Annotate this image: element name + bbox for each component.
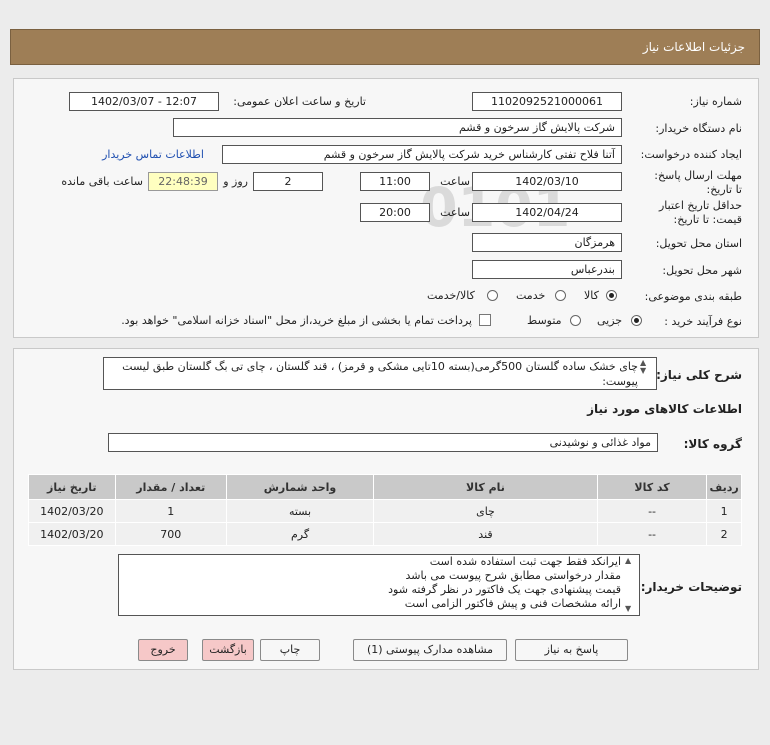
deadline-label: مهلت ارسال پاسخ: تا تاریخ:	[654, 169, 742, 196]
category-radio-goods-service[interactable]	[487, 290, 498, 301]
summary-textarea[interactable]: چای خشک ساده گلستان 500گرمی(بسته 10تایی …	[103, 357, 657, 390]
category-label: طبقه بندی موضوعی:	[644, 290, 742, 303]
view-attachments-button[interactable]: مشاهده مدارک پیوستی (1)	[353, 639, 507, 661]
process-label: نوع فرآیند خرید :	[664, 315, 742, 328]
back-button[interactable]: بازگشت	[202, 639, 254, 661]
process-radio-medium[interactable]	[570, 315, 581, 326]
table-row: 1 -- چای بسته 1 1402/03/20	[28, 499, 742, 523]
buyer-note-line: مقدار درخواستی مطابق شرح پیوست می باشد	[405, 569, 621, 582]
print-button[interactable]: چاپ	[260, 639, 320, 661]
province-label: استان محل تحویل:	[655, 237, 742, 250]
treasury-payment-checkbox[interactable]	[479, 314, 491, 326]
creator-field: آتنا فلاح تفتی کارشناس خرید شرکت پالایش …	[222, 145, 622, 164]
validity-hour-label: ساعت	[440, 206, 470, 219]
treasury-payment-note: پرداخت تمام یا بخشی از مبلغ خرید،از محل …	[121, 314, 472, 327]
reply-button[interactable]: پاسخ به نیاز	[515, 639, 628, 661]
col-header-date: تاریخ نیاز	[28, 474, 116, 500]
category-option-service: خدمت	[516, 289, 546, 302]
page-header: جزئیات اطلاعات نیاز	[10, 29, 760, 65]
category-radio-goods[interactable]	[606, 290, 617, 301]
process-radio-minor[interactable]	[631, 315, 642, 326]
validity-time-field: 20:00	[360, 203, 430, 222]
col-header-row-number: ردیف	[706, 474, 742, 500]
remaining-label: ساعت باقی مانده	[61, 175, 143, 188]
deadline-hour-label: ساعت	[440, 175, 470, 188]
days-label: روز و	[223, 175, 248, 188]
city-label: شهر محل تحویل:	[662, 264, 742, 277]
category-radio-service[interactable]	[555, 290, 566, 301]
process-option-minor: جزیی	[597, 314, 623, 327]
cell-qty: 1	[114, 499, 227, 523]
announce-field: 1402/03/07 - 12:07	[69, 92, 219, 111]
days-field: 2	[253, 172, 323, 191]
validity-label: حداقل تاریخ اعتبار قیمت: تا تاریخ:	[658, 199, 742, 226]
creator-label: ایجاد کننده درخواست:	[640, 148, 742, 161]
cell-row-number: 2	[706, 522, 742, 546]
exit-button[interactable]: خروج	[138, 639, 188, 661]
goods-info-title: اطلاعات کالاهای مورد نیاز	[587, 402, 742, 416]
deadline-time-field: 11:00	[360, 172, 430, 191]
goods-table: ردیف کد کالا نام کالا واحد شمارش تعداد /…	[28, 474, 742, 546]
cell-unit: گرم	[225, 522, 375, 546]
cell-code: --	[596, 499, 708, 523]
notes-scroll-down-icon[interactable]: ▼	[625, 605, 631, 613]
cell-date: 1402/03/20	[28, 499, 116, 523]
col-header-qty: تعداد / مقدار	[114, 474, 227, 500]
province-field: هرمزگان	[472, 233, 622, 252]
buyer-note-line: قیمت پیشنهادی جهت یک فاکتور در نظر گرفته…	[388, 583, 621, 596]
col-header-unit: واحد شمارش	[225, 474, 375, 500]
buyer-notes-textarea[interactable]: ایرانکد فقط جهت ثبت استفاده شده است مقدا…	[118, 554, 640, 616]
buyer-contact-link[interactable]: اطلاعات تماس خریدار	[102, 148, 204, 161]
category-option-goods: کالا	[584, 289, 599, 302]
table-row: 2 -- قند گرم 700 1402/03/20	[28, 522, 742, 546]
cell-row-number: 1	[706, 499, 742, 523]
buyer-note-line: ایرانکد فقط جهت ثبت استفاده شده است	[429, 555, 621, 568]
process-option-medium: متوسط	[527, 314, 562, 327]
need-number-label: شماره نیاز:	[689, 95, 742, 108]
goods-group-field: مواد غذائی و نوشیدنی	[108, 433, 658, 452]
col-header-code: کد کالا	[596, 474, 708, 500]
buyer-notes-label: توضیحات خریدار:	[640, 580, 742, 594]
table-header-row: ردیف کد کالا نام کالا واحد شمارش تعداد /…	[28, 474, 742, 500]
category-option-goods-service: کالا/خدمت	[427, 289, 475, 302]
cell-name: قند	[373, 522, 598, 546]
textarea-scroll-icon[interactable]: ▲ ▼	[640, 359, 646, 375]
cell-name: چای	[373, 499, 598, 523]
buyer-field: شرکت پالایش گاز سرخون و قشم	[173, 118, 622, 137]
deadline-date-field: 1402/03/10	[472, 172, 622, 191]
validity-date-field: 1402/04/24	[472, 203, 622, 222]
cell-code: --	[596, 522, 708, 546]
cell-qty: 700	[114, 522, 227, 546]
city-field: بندرعباس	[472, 260, 622, 279]
announce-label: تاریخ و ساعت اعلان عمومی:	[233, 95, 366, 108]
remaining-time-field: 22:48:39	[148, 172, 218, 191]
cell-unit: بسته	[225, 499, 375, 523]
cell-date: 1402/03/20	[28, 522, 116, 546]
buyer-note-line: ارائه مشخصات فنی و پیش فاکتور الزامی است	[404, 597, 621, 610]
page-title: جزئیات اطلاعات نیاز	[642, 40, 745, 54]
summary-label: شرح کلی نیاز:	[656, 368, 742, 382]
buyer-label: نام دستگاه خریدار:	[655, 122, 742, 135]
need-number-field: 1102092521000061	[472, 92, 622, 111]
goods-group-label: گروه کالا:	[683, 437, 742, 451]
col-header-name: نام کالا	[373, 474, 598, 500]
notes-scroll-icon[interactable]: ▲	[625, 557, 631, 565]
